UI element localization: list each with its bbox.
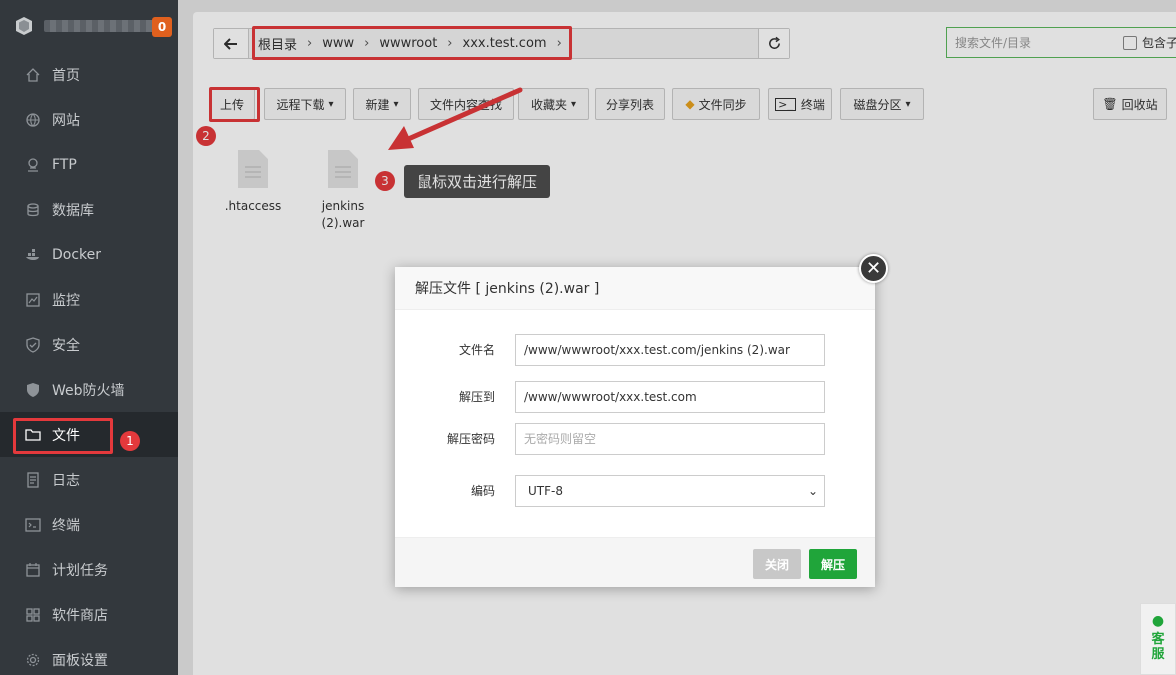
dialog-title: 解压文件 [ jenkins (2).war ] [395,267,875,310]
sidebar-item-label: 安全 [52,337,80,354]
extract-dialog: 解压文件 [ jenkins (2).war ] 文件名 /www/wwwroo… [395,267,875,587]
sidebar: 0 首页 网站 FTP 数据库 Docker 监控 安全 Web防火墙 文件 日… [0,0,178,675]
username-blurred [44,20,156,32]
extract-to-label: 解压到 [458,390,495,404]
extract-button[interactable]: 解压 [809,549,857,579]
annotation-number-1: 1 [120,431,140,451]
encoding-label: 编码 [470,484,495,498]
sidebar-header: 0 [0,0,178,52]
sidebar-item-firewall[interactable]: Web防火墙 [0,367,178,412]
globe-icon [24,111,42,129]
sidebar-item-security[interactable]: 安全 [0,322,178,367]
close-button[interactable]: 关闭 [753,549,801,579]
firewall-icon [24,381,42,399]
kefu-label-2: 服 [1151,647,1165,662]
filename-input[interactable]: /www/wwwroot/xxx.test.com/jenkins (2).wa… [515,334,825,366]
sidebar-item-label: Web防火墙 [52,382,125,399]
ftp-icon [24,156,42,174]
customer-service-button[interactable]: ● 客 服 [1140,603,1176,675]
sidebar-item-website[interactable]: 网站 [0,97,178,142]
filename-label: 文件名 [458,343,495,357]
sidebar-item-monitor[interactable]: 监控 [0,277,178,322]
sidebar-item-terminal[interactable]: 终端 [0,502,178,547]
notification-badge[interactable]: 0 [152,17,172,37]
sidebar-item-label: 面板设置 [52,652,108,669]
sidebar-item-logs[interactable]: 日志 [0,457,178,502]
dialog-close-icon[interactable]: ✕ [859,254,888,283]
kefu-label-1: 客 [1151,632,1165,647]
sidebar-item-home[interactable]: 首页 [0,52,178,97]
sidebar-item-ftp[interactable]: FTP [0,142,178,187]
calendar-icon [24,561,42,579]
password-label: 解压密码 [446,432,495,446]
encoding-select[interactable]: UTF-8 ⌄ [515,475,825,507]
sidebar-item-label: 软件商店 [52,607,108,624]
annotation-box-files [13,418,113,454]
sidebar-item-label: 终端 [52,517,80,534]
terminal-icon [24,516,42,534]
docker-icon [24,246,42,264]
sidebar-item-label: 日志 [52,472,80,489]
sidebar-item-label: 计划任务 [52,562,108,579]
sidebar-item-label: 首页 [52,67,80,84]
extract-to-row: 解压到 /www/wwwroot/xxx.test.com [395,381,875,413]
sidebar-item-label: Docker [52,246,102,263]
password-row: 解压密码 无密码则留空 [395,423,875,455]
grid-icon [24,606,42,624]
encoding-row: 编码 UTF-8 ⌄ [395,475,875,507]
password-input[interactable]: 无密码则留空 [515,423,825,455]
extract-to-input[interactable]: /www/wwwroot/xxx.test.com [515,381,825,413]
gear-icon [24,651,42,669]
sidebar-item-store[interactable]: 软件商店 [0,592,178,637]
sidebar-item-cron[interactable]: 计划任务 [0,547,178,592]
sidebar-item-label: 数据库 [52,202,94,219]
log-icon [24,471,42,489]
sidebar-item-label: 网站 [52,112,80,129]
database-icon [24,201,42,219]
encoding-value: UTF-8 [528,484,563,498]
chat-icon: ● [1151,613,1165,629]
panel-logo-icon [16,17,32,35]
sidebar-item-settings[interactable]: 面板设置 [0,637,178,675]
dialog-footer: 关闭 解压 [395,537,875,587]
filename-row: 文件名 /www/wwwroot/xxx.test.com/jenkins (2… [395,334,875,366]
home-icon [24,66,42,84]
monitor-icon [24,291,42,309]
sidebar-item-database[interactable]: 数据库 [0,187,178,232]
sidebar-item-label: FTP [52,156,77,173]
sidebar-item-docker[interactable]: Docker [0,232,178,277]
shield-icon [24,336,42,354]
chevron-down-icon: ⌄ [807,484,818,498]
sidebar-item-label: 监控 [52,292,80,309]
